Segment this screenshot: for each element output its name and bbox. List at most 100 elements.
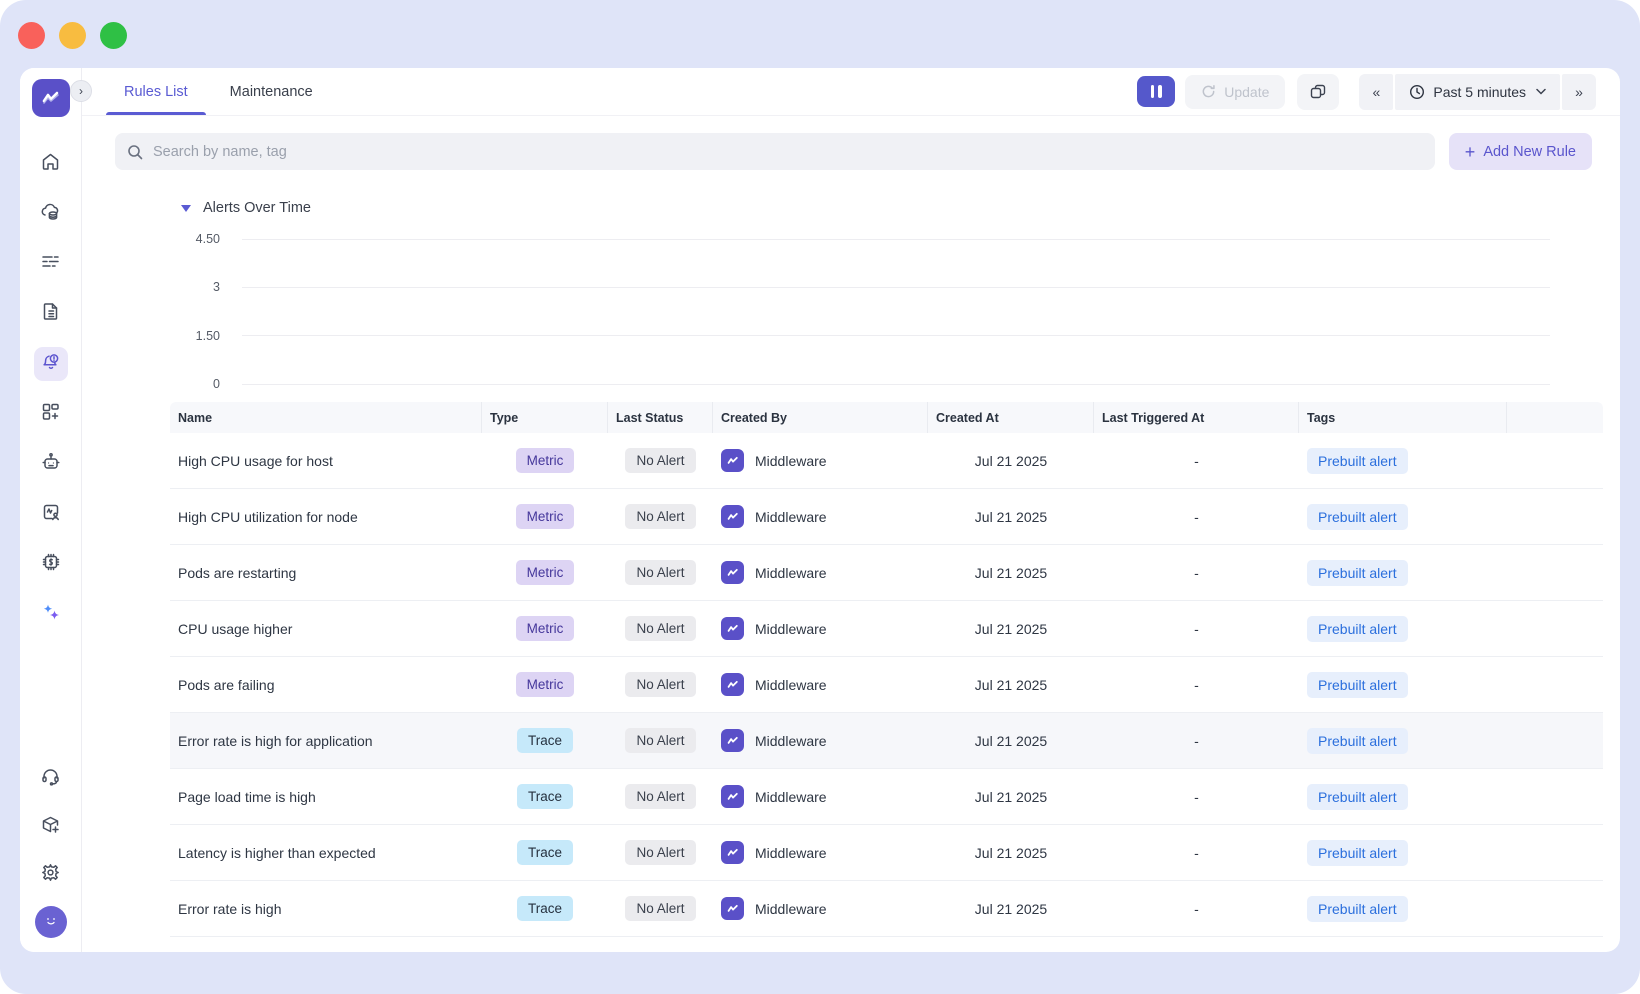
column-header-last-status: Last Status — [608, 402, 713, 433]
maximize-window-button[interactable] — [100, 22, 127, 49]
plus-icon: + — [1465, 143, 1476, 161]
last-triggered-at: - — [1094, 789, 1299, 805]
time-back-button[interactable]: « — [1359, 74, 1393, 110]
chart-gridline-row: 4.50 — [167, 232, 1550, 246]
table-header-row: NameTypeLast StatusCreated ByCreated AtL… — [170, 402, 1603, 433]
search-icon — [127, 144, 143, 160]
created-at: Jul 21 2025 — [928, 509, 1094, 525]
sidebar-item-settings-gear[interactable] — [34, 858, 68, 892]
table-row[interactable]: High CPU usage for hostMetricNo AlertMid… — [170, 433, 1603, 489]
section-title: Alerts Over Time — [203, 200, 311, 216]
prebuilt-alert-tag[interactable]: Prebuilt alert — [1307, 448, 1408, 474]
user-avatar — [42, 911, 60, 934]
created-at: Jul 21 2025 — [928, 565, 1094, 581]
close-window-button[interactable] — [18, 22, 45, 49]
time-forward-button[interactable]: » — [1562, 74, 1596, 110]
tab-bar: Rules List Maintenance — [120, 68, 317, 115]
middleware-creator-icon — [721, 449, 744, 472]
created-by: Middleware — [755, 789, 827, 805]
sidebar-item-rum[interactable] — [34, 497, 68, 531]
sidebar-item-dashboard-builder[interactable] — [34, 397, 68, 431]
type-badge: Trace — [517, 896, 573, 921]
last-triggered-at: - — [1094, 901, 1299, 917]
status-badge: No Alert — [625, 672, 695, 697]
column-header-created-by: Created By — [713, 402, 928, 433]
user-avatar[interactable] — [35, 906, 67, 938]
processor-icon — [40, 551, 62, 578]
table-row[interactable]: Page load time is highTraceNo AlertMiddl… — [170, 769, 1603, 825]
rule-name: Page load time is high — [170, 789, 482, 805]
prebuilt-alert-tag[interactable]: Prebuilt alert — [1307, 672, 1408, 698]
sidebar-item-support-headset[interactable] — [34, 762, 68, 796]
prebuilt-alert-tag[interactable]: Prebuilt alert — [1307, 728, 1408, 754]
sidebar-item-logs[interactable] — [34, 247, 68, 281]
prebuilt-alert-tag[interactable]: Prebuilt alert — [1307, 504, 1408, 530]
created-at: Jul 21 2025 — [928, 453, 1094, 469]
table-row[interactable]: CPU usage higherMetricNo AlertMiddleware… — [170, 601, 1603, 657]
main-area: Rules List Maintenance Update — [82, 68, 1620, 952]
tab-maintenance[interactable]: Maintenance — [226, 68, 317, 115]
prebuilt-alert-tag[interactable]: Prebuilt alert — [1307, 896, 1408, 922]
window-traffic-lights — [18, 22, 127, 49]
middleware-creator-icon — [721, 785, 744, 808]
tab-rules-list[interactable]: Rules List — [120, 68, 192, 115]
created-by: Middleware — [755, 733, 827, 749]
created-by: Middleware — [755, 621, 827, 637]
table-row[interactable]: Latency is higher than expectedTraceNo A… — [170, 825, 1603, 881]
table-row[interactable]: Pods are restartingMetricNo AlertMiddlew… — [170, 545, 1603, 601]
sidebar: › — [20, 68, 82, 952]
sidebar-item-infrastructure[interactable] — [34, 197, 68, 231]
copy-icon — [1310, 84, 1326, 100]
minimize-window-button[interactable] — [59, 22, 86, 49]
gridline — [242, 384, 1550, 385]
sidebar-item-bot[interactable] — [34, 447, 68, 481]
rule-name: Pods are restarting — [170, 565, 482, 581]
column-header-tags: Tags — [1299, 402, 1507, 433]
status-badge: No Alert — [625, 784, 695, 809]
type-badge: Metric — [516, 448, 575, 473]
status-badge: No Alert — [625, 504, 695, 529]
table-row[interactable]: Error rate is highTraceNo AlertMiddlewar… — [170, 881, 1603, 937]
refresh-icon — [1201, 84, 1216, 99]
copy-button[interactable] — [1297, 74, 1339, 110]
prebuilt-alert-tag[interactable]: Prebuilt alert — [1307, 560, 1408, 586]
rule-name: Error rate is high — [170, 901, 482, 917]
collapse-triangle-icon[interactable] — [181, 205, 191, 212]
prebuilt-alert-tag[interactable]: Prebuilt alert — [1307, 616, 1408, 642]
created-by: Middleware — [755, 509, 827, 525]
table-row[interactable]: Pods are failingMetricNo AlertMiddleware… — [170, 657, 1603, 713]
prebuilt-alert-tag[interactable]: Prebuilt alert — [1307, 840, 1408, 866]
add-new-rule-button[interactable]: + Add New Rule — [1449, 133, 1592, 170]
column-header-created-at: Created At — [928, 402, 1094, 433]
y-axis-tick-label: 4.50 — [167, 232, 242, 246]
last-triggered-at: - — [1094, 621, 1299, 637]
sidebar-expand-button[interactable]: › — [70, 80, 92, 102]
status-badge: No Alert — [625, 728, 695, 753]
home-icon — [40, 151, 61, 177]
update-button[interactable]: Update — [1185, 75, 1285, 109]
search-box[interactable] — [115, 133, 1435, 170]
created-at: Jul 21 2025 — [928, 789, 1094, 805]
middleware-logo[interactable] — [32, 79, 70, 117]
search-input[interactable] — [153, 144, 1423, 160]
topbar: Rules List Maintenance Update — [82, 68, 1620, 116]
sidebar-item-processor[interactable] — [34, 547, 68, 581]
sidebar-item-ai-sparkle[interactable] — [34, 597, 68, 631]
sidebar-item-alerts-bell[interactable] — [34, 347, 68, 381]
pause-button[interactable] — [1137, 76, 1175, 107]
topbar-controls: Update « — [1137, 74, 1596, 110]
time-range-selector[interactable]: Past 5 minutes — [1395, 74, 1560, 110]
created-at: Jul 21 2025 — [928, 621, 1094, 637]
last-triggered-at: - — [1094, 677, 1299, 693]
created-at: Jul 21 2025 — [928, 677, 1094, 693]
y-axis-tick-label: 3 — [167, 280, 242, 294]
gridline — [242, 335, 1550, 336]
prebuilt-alert-tag[interactable]: Prebuilt alert — [1307, 784, 1408, 810]
status-badge: No Alert — [625, 448, 695, 473]
table-row[interactable]: High CPU utilization for nodeMetricNo Al… — [170, 489, 1603, 545]
table-row[interactable]: Error rate is high for applicationTraceN… — [170, 713, 1603, 769]
sidebar-item-package[interactable] — [34, 810, 68, 844]
sidebar-item-document[interactable] — [34, 297, 68, 331]
sidebar-item-home[interactable] — [34, 147, 68, 181]
last-triggered-at: - — [1094, 733, 1299, 749]
